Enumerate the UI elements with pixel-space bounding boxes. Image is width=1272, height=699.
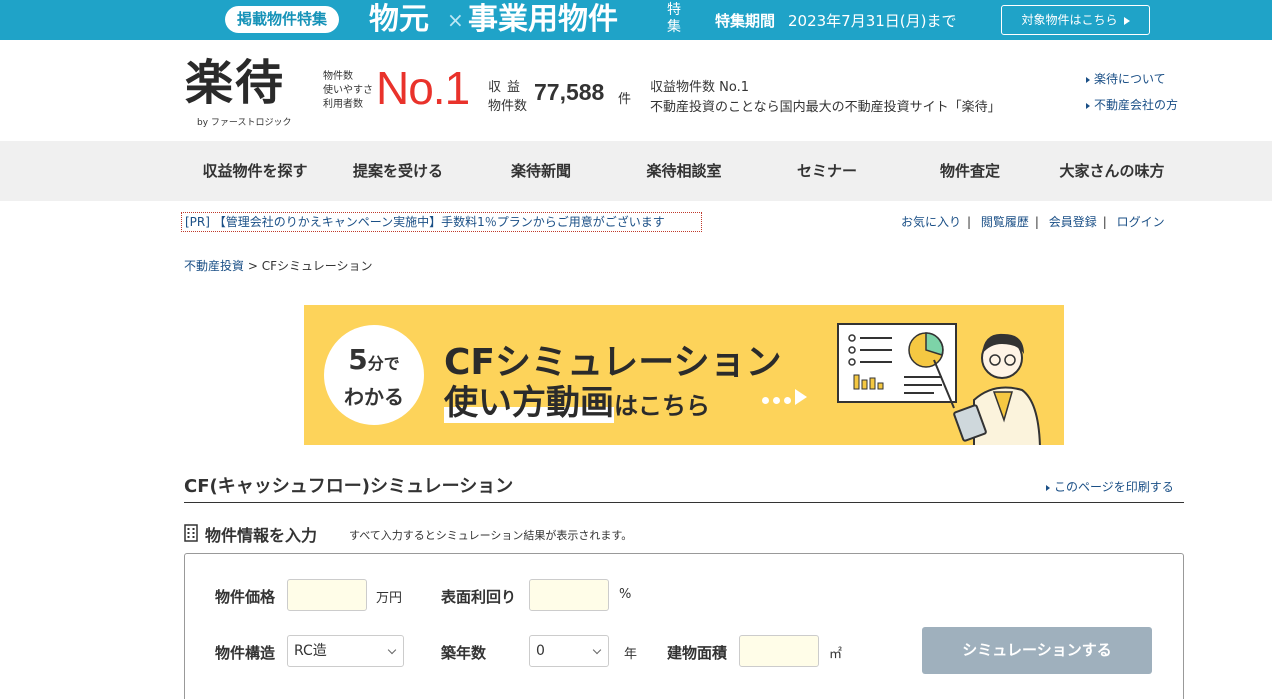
global-nav: 収益物件を探す 提案を受ける 楽待新聞 楽待相談室 セミナー 物件査定 大家さん… (0, 141, 1272, 201)
structure-selected: RC造 (294, 643, 327, 659)
banner-cta-button[interactable]: 対象物件はこちら (1001, 5, 1150, 35)
nav-search-property[interactable]: 収益物件を探す (184, 141, 326, 201)
breadcrumb-sep: > (244, 259, 262, 273)
tagline-2: 不動産投資のことなら国内最大の不動産投資サイト「楽待」 (650, 100, 1001, 115)
title-divider (184, 502, 1184, 503)
breadcrumb: 不動産投資 > CFシミュレーション (184, 257, 373, 274)
logo-subtitle: by ファーストロジック (197, 118, 292, 128)
no1-criteria: 物件数 使いやすさ 利用者数 (323, 70, 373, 112)
presenter-illustration (837, 323, 1041, 445)
price-unit: 万円 (376, 591, 403, 606)
structure-label: 物件構造 (215, 644, 276, 662)
age-selected: 0 (536, 643, 545, 659)
chevron-down-icon (592, 645, 602, 655)
section-heading: 物件情報を入力 (205, 526, 318, 545)
page-title: CF(キャッシュフロー)シミュレーション (184, 476, 514, 497)
duration-caption: わかる (344, 385, 404, 409)
print-link[interactable]: このページを印刷する (1046, 478, 1174, 495)
banner-word-1: 物元 (369, 2, 429, 37)
area-input[interactable] (739, 635, 819, 667)
building-icon (184, 524, 198, 542)
history-link[interactable]: 閲覧履歴 (981, 215, 1029, 229)
simulate-button[interactable]: シミュレーションする (922, 627, 1152, 674)
login-link[interactable]: ログイン (1117, 215, 1165, 229)
favorites-link[interactable]: お気に入り (901, 215, 961, 229)
count-label-2: 物件数 (488, 99, 528, 114)
structure-select[interactable]: RC造 (287, 635, 404, 667)
nav-seminar[interactable]: セミナー (756, 141, 898, 201)
duration-unit: 分で (367, 354, 400, 373)
price-label: 物件価格 (215, 588, 276, 606)
property-form: 物件価格 万円 表面利回り % 物件構造 RC造 築年数 0 年 建物面積 ㎡ … (184, 553, 1184, 699)
section-note: すべて入力するとシミュレーション結果が表示されます。 (349, 529, 633, 542)
age-select[interactable]: 0 (529, 635, 609, 667)
video-banner-subtitle: 使い方動画はこちら (444, 383, 710, 423)
pr-link[interactable]: [PR] 【管理会社のりかえキャンペーン実施中】手数料1％プランからご用意がござ… (181, 212, 702, 232)
age-unit: 年 (624, 647, 638, 662)
feature-pill: 掲載物件特集 (225, 6, 340, 33)
about-link[interactable]: 楽待について (1086, 70, 1166, 87)
property-count: 77,588 (534, 79, 605, 105)
arrow-right-icon (1046, 484, 1050, 491)
count-label-1: 収益 (488, 80, 527, 95)
campaign-banner[interactable]: 掲載物件特集 物元 × 事業用物件 特集 特集期間 2023年7月31日(月)ま… (0, 0, 1272, 40)
no1-criterion: 使いやすさ (323, 85, 373, 96)
arrow-right-icon (1086, 76, 1090, 83)
chevron-down-icon (387, 645, 397, 655)
nav-receive-proposal[interactable]: 提案を受ける (327, 141, 469, 201)
price-input[interactable] (287, 579, 367, 611)
arrow-right-icon (1123, 16, 1130, 25)
property-count-unit: 件 (618, 92, 632, 107)
separator: | (1102, 215, 1107, 229)
banner-word-2: 事業用物件 (468, 2, 618, 37)
banner-times: × (447, 8, 464, 32)
banner-period-date: 2023年7月31日(月)まで (788, 12, 957, 30)
breadcrumb-home[interactable]: 不動産投資 (184, 259, 244, 273)
nav-consult[interactable]: 楽待相談室 (613, 141, 755, 201)
banner-cta-label: 対象物件はこちら (1021, 13, 1118, 27)
company-link[interactable]: 不動産会社の方 (1086, 96, 1178, 113)
nav-news[interactable]: 楽待新聞 (470, 141, 612, 201)
arrow-right-icon (1086, 102, 1090, 109)
age-label: 築年数 (441, 644, 487, 662)
register-link[interactable]: 会員登録 (1049, 215, 1097, 229)
banner-period-label: 特集期間 (715, 12, 776, 30)
nav-appraisal[interactable]: 物件査定 (899, 141, 1041, 201)
member-links: お気に入り | 閲覧履歴 | 会員登録 | ログイン (901, 213, 1165, 230)
duration-number: 5 (348, 343, 368, 376)
breadcrumb-current: CFシミュレーション (261, 259, 373, 273)
separator: | (967, 215, 972, 229)
yield-unit: % (619, 587, 632, 602)
no1-criterion: 物件数 (323, 71, 353, 82)
separator: | (1034, 215, 1039, 229)
banner-toku: 特集 (667, 2, 681, 35)
duration-badge: 5分で わかる (324, 325, 424, 425)
yield-label: 表面利回り (441, 588, 517, 606)
how-to-video-banner[interactable]: 5分で わかる CFシミュレーション 使い方動画はこちら (304, 305, 1064, 445)
area-label: 建物面積 (667, 644, 728, 662)
no1-criterion: 利用者数 (323, 99, 363, 110)
tagline-1: 収益物件数 No.1 (650, 80, 749, 95)
arrow-dots-icon (762, 388, 811, 408)
area-unit: ㎡ (829, 647, 843, 662)
site-logo[interactable]: 楽待 (185, 55, 285, 111)
no1-badge: No.1 (376, 62, 470, 114)
nav-landlord[interactable]: 大家さんの味方 (1041, 141, 1183, 201)
yield-input[interactable] (529, 579, 609, 611)
